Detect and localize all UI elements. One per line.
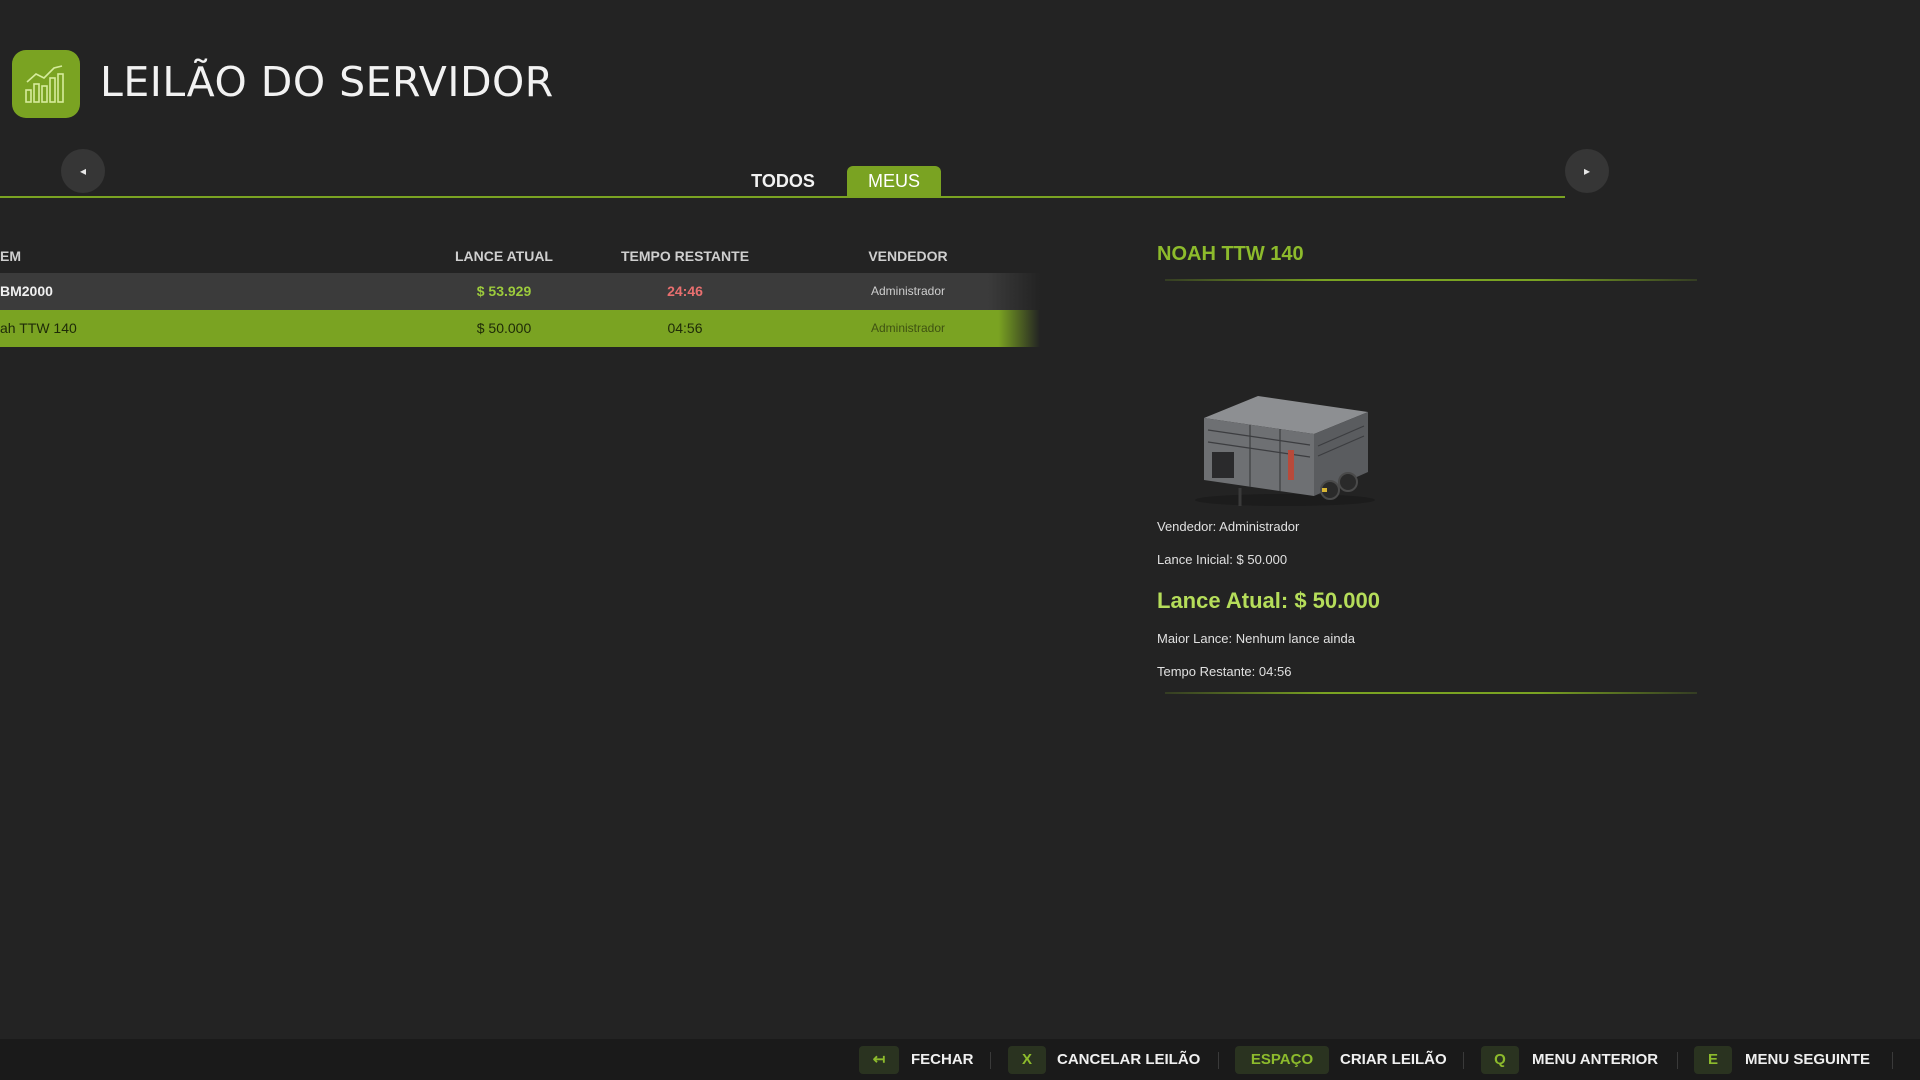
row-current-bid: $ 50.000 xyxy=(476,320,532,336)
detail-seller: Vendedor: Administrador xyxy=(1157,519,1300,534)
row-time-left: 04:56 xyxy=(667,320,703,336)
detail-current-bid: Lance Atual: $ 50.000 xyxy=(1157,588,1380,613)
detail-initial-bid: Lance Inicial: $ 50.000 xyxy=(1157,552,1288,567)
row-seller: Administrador xyxy=(870,321,946,335)
row-seller: Administrador xyxy=(870,284,946,298)
previous-tab-button[interactable]: ◂ xyxy=(61,149,105,193)
detail-divider xyxy=(1165,692,1697,694)
tab-underline xyxy=(0,196,1565,198)
key-q: Q xyxy=(1481,1046,1519,1074)
arrow-right-icon: ▸ xyxy=(1583,164,1591,178)
detail-time-left: Tempo Restante: 04:56 xyxy=(1157,664,1292,679)
auction-logo xyxy=(12,50,80,118)
key-x: X xyxy=(1008,1046,1046,1074)
divider xyxy=(1218,1052,1219,1069)
column-header-current-bid: LANCE ATUAL xyxy=(455,248,553,264)
key-space: ESPAÇO xyxy=(1235,1046,1329,1074)
divider xyxy=(1463,1052,1464,1069)
column-header-time-left: TEMPO RESTANTE xyxy=(620,248,750,264)
column-header-item: EM xyxy=(0,248,21,264)
table-row[interactable]: BM2000 $ 53.929 24:46 Administrador xyxy=(0,273,1040,310)
page-title: LEILÃO DO SERVIDOR xyxy=(100,58,554,106)
row-item-name: BM2000 xyxy=(0,283,53,299)
previous-menu-button[interactable]: MENU ANTERIOR xyxy=(1532,1046,1658,1074)
detail-divider xyxy=(1165,279,1697,281)
tab-todos[interactable]: TODOS xyxy=(738,166,828,196)
row-item-name: ah TTW 140 xyxy=(0,320,77,336)
chart-bars-icon xyxy=(25,65,64,103)
divider xyxy=(1892,1052,1893,1069)
column-header-seller: VENDEDOR xyxy=(868,248,948,264)
back-key-icon: ↤ xyxy=(859,1046,899,1074)
table-row-selected[interactable]: ah TTW 140 $ 50.000 04:56 Administrador xyxy=(0,310,1040,347)
close-button[interactable]: FECHAR xyxy=(911,1046,974,1074)
next-menu-button[interactable]: MENU SEGUINTE xyxy=(1745,1046,1870,1074)
key-e: E xyxy=(1694,1046,1732,1074)
detail-highest-bid: Maior Lance: Nenhum lance ainda xyxy=(1157,631,1356,646)
row-current-bid: $ 53.929 xyxy=(476,283,532,299)
tab-meus[interactable]: MEUS xyxy=(847,166,941,197)
arrow-left-icon: ◂ xyxy=(79,164,87,178)
detail-title: NOAH TTW 140 xyxy=(1157,243,1304,265)
divider xyxy=(1677,1052,1678,1069)
trailer-image xyxy=(1195,396,1375,506)
cancel-auction-button[interactable]: CANCELAR LEILÃO xyxy=(1057,1046,1200,1074)
create-auction-button[interactable]: CRIAR LEILÃO xyxy=(1340,1046,1447,1074)
row-time-left: 24:46 xyxy=(667,283,703,299)
next-tab-button[interactable]: ▸ xyxy=(1565,149,1609,193)
divider xyxy=(990,1052,991,1069)
